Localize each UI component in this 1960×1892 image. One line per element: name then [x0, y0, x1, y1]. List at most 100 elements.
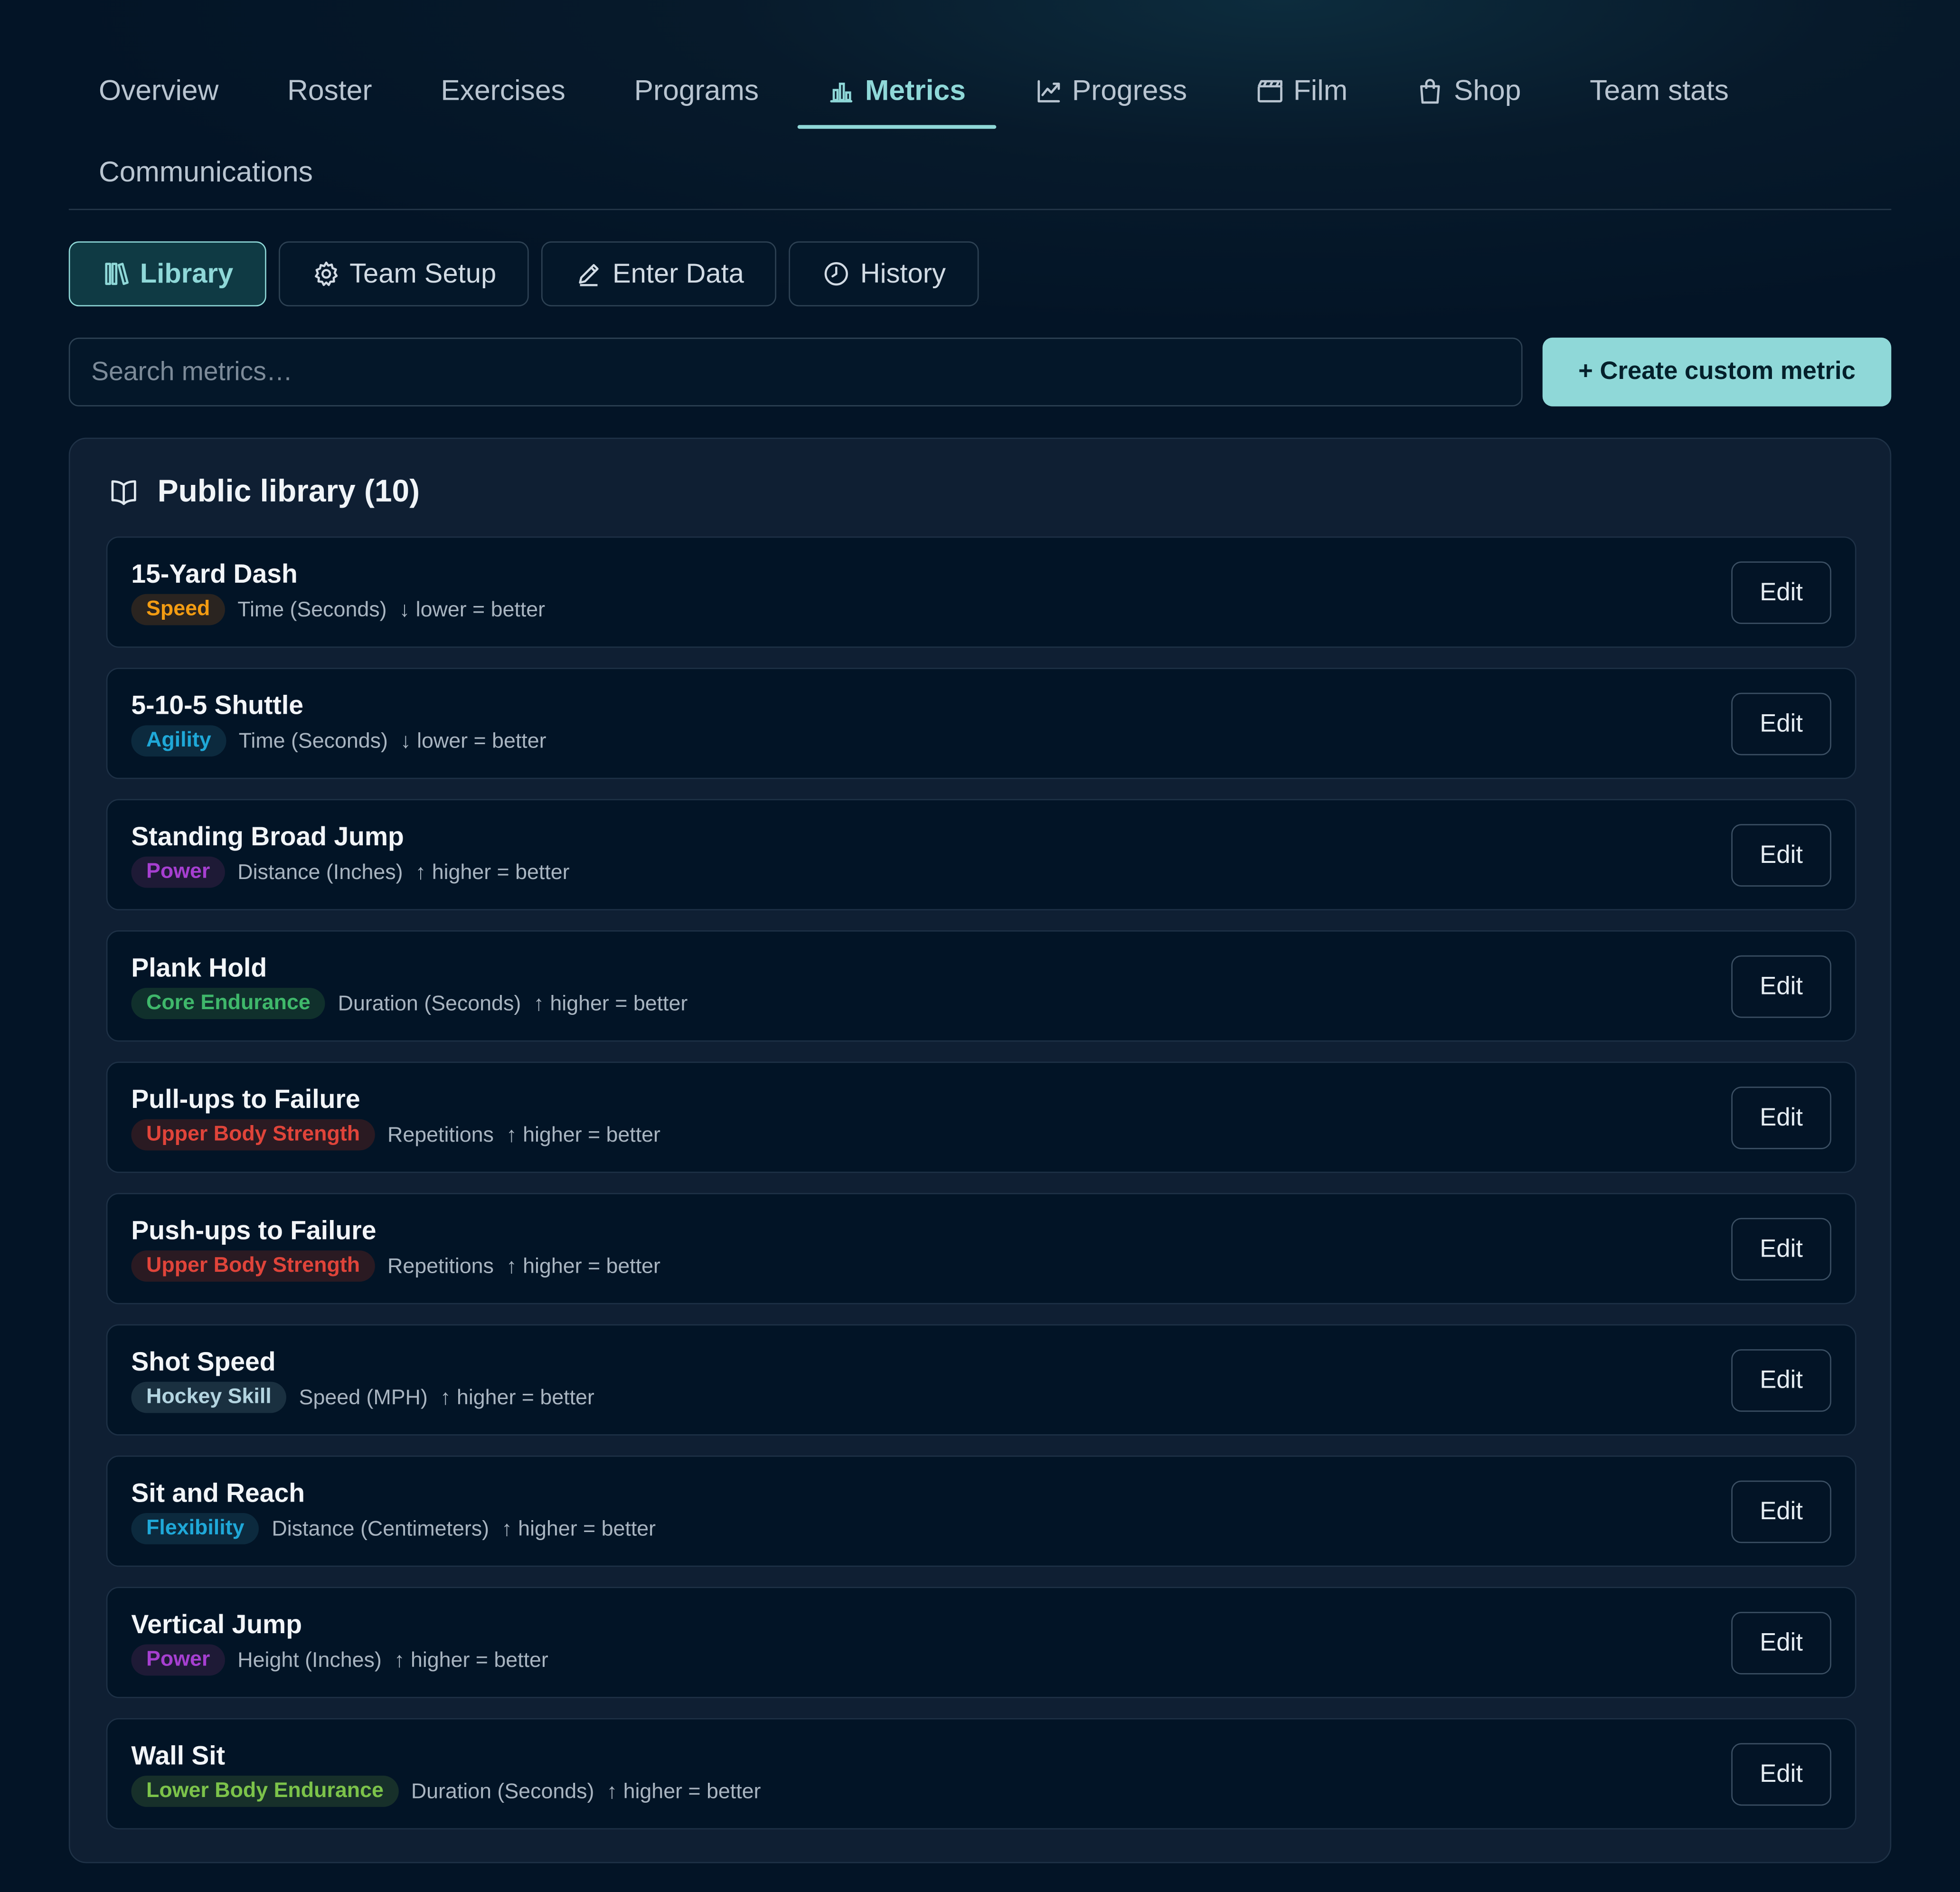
metric-unit: Repetitions — [387, 1253, 494, 1277]
list-item: Wall Sit Lower Body Endurance Duration (… — [106, 1718, 1856, 1830]
metric-meta: Hockey Skill Speed (MPH) ↑ higher = bett… — [131, 1381, 594, 1413]
category-badge: Agility — [131, 725, 226, 757]
category-badge: Power — [131, 1644, 225, 1676]
subtab-enter-data[interactable]: Enter Data — [541, 241, 777, 307]
tab-shop[interactable]: Shop — [1386, 50, 1551, 131]
metric-direction: ↑ higher = better — [501, 1516, 656, 1540]
subtab-label: Team Setup — [349, 257, 497, 289]
tab-communications[interactable]: Communications — [69, 131, 343, 212]
metric-meta: Upper Body Strength Repetitions ↑ higher… — [131, 1250, 660, 1282]
metric-name: Push-ups to Failure — [131, 1217, 377, 1246]
category-badge: Core Endurance — [131, 988, 326, 1019]
category-badge: Speed — [131, 594, 225, 625]
metric-meta: Power Distance (Inches) ↑ higher = bette… — [131, 856, 570, 888]
metric-name: Plank Hold — [131, 954, 267, 983]
open-book-icon — [107, 476, 140, 508]
trend-line-icon — [1035, 77, 1062, 104]
tab-label: Exercises — [441, 74, 565, 106]
metric-direction: ↑ higher = better — [440, 1385, 594, 1409]
subtab-label: Enter Data — [612, 257, 744, 289]
nav-divider — [68, 208, 1892, 210]
metric-name: 15-Yard Dash — [131, 560, 298, 589]
tab-label: Overview — [98, 74, 219, 106]
create-custom-metric-button[interactable]: + Create custom metric — [1542, 337, 1892, 407]
category-badge: Lower Body Endurance — [131, 1776, 399, 1807]
edit-button[interactable]: Edit — [1731, 1087, 1831, 1149]
subtab-history[interactable]: History — [789, 241, 979, 307]
edit-button[interactable]: Edit — [1731, 824, 1831, 887]
tab-metrics[interactable]: Metrics — [797, 50, 996, 131]
tab-label: Film — [1293, 74, 1348, 106]
list-item: Standing Broad Jump Power Distance (Inch… — [106, 799, 1856, 910]
metric-meta: Upper Body Strength Repetitions ↑ higher… — [131, 1119, 660, 1151]
category-badge: Upper Body Strength — [131, 1250, 375, 1282]
metric-name: 5-10-5 Shuttle — [131, 691, 303, 720]
subtab-team-setup[interactable]: Team Setup — [278, 241, 529, 307]
metric-meta: Core Endurance Duration (Seconds) ↑ high… — [131, 988, 688, 1019]
clapperboard-icon — [1256, 77, 1283, 104]
tab-label: Roster — [287, 74, 372, 106]
public-library-heading: Public library (10) — [107, 474, 420, 510]
clock-icon — [823, 260, 850, 288]
metric-direction: ↑ higher = better — [506, 1253, 660, 1277]
list-item: Shot Speed Hockey Skill Speed (MPH) ↑ hi… — [106, 1324, 1856, 1436]
edit-button[interactable]: Edit — [1731, 1743, 1831, 1806]
shopping-bag-icon — [1416, 77, 1444, 104]
list-item: Plank Hold Core Endurance Duration (Seco… — [106, 930, 1856, 1042]
panel-title-text: Public library (10) — [157, 473, 420, 509]
metric-direction: ↑ higher = better — [606, 1778, 761, 1803]
edit-button[interactable]: Edit — [1731, 561, 1831, 624]
list-item: Sit and Reach Flexibility Distance (Cent… — [106, 1455, 1856, 1567]
list-item: Push-ups to Failure Upper Body Strength … — [106, 1192, 1856, 1305]
metric-meta: Flexibility Distance (Centimeters) ↑ hig… — [131, 1513, 656, 1544]
metric-unit: Duration (Seconds) — [338, 991, 521, 1015]
metric-name: Wall Sit — [131, 1741, 226, 1771]
list-item: 15-Yard Dash Speed Time (Seconds) ↓ lowe… — [106, 536, 1856, 648]
edit-button[interactable]: Edit — [1731, 1218, 1831, 1281]
tab-team-stats[interactable]: Team stats — [1560, 50, 1759, 131]
tab-programs[interactable]: Programs — [604, 50, 789, 131]
metric-meta: Speed Time (Seconds) ↓ lower = better — [131, 594, 545, 625]
edit-button[interactable]: Edit — [1731, 692, 1831, 756]
edit-button[interactable]: Edit — [1731, 1349, 1831, 1412]
tab-roster[interactable]: Roster — [257, 50, 402, 131]
list-item: Pull-ups to Failure Upper Body Strength … — [106, 1061, 1856, 1173]
metric-unit: Distance (Inches) — [237, 860, 403, 884]
edit-button[interactable]: Edit — [1731, 1612, 1831, 1674]
category-badge: Power — [131, 856, 225, 888]
tab-label: Metrics — [865, 74, 966, 106]
metric-unit: Time (Seconds) — [238, 728, 388, 752]
metric-name: Shot Speed — [131, 1348, 276, 1377]
category-badge: Upper Body Strength — [131, 1119, 375, 1151]
list-item: 5-10-5 Shuttle Agility Time (Seconds) ↓ … — [106, 668, 1856, 779]
tab-exercises[interactable]: Exercises — [411, 50, 595, 131]
tab-label: Team stats — [1590, 74, 1729, 106]
metric-meta: Lower Body Endurance Duration (Seconds) … — [131, 1776, 761, 1807]
metric-direction: ↓ lower = better — [399, 597, 546, 621]
metric-direction: ↑ higher = better — [533, 991, 688, 1015]
metric-unit: Distance (Centimeters) — [272, 1516, 490, 1540]
metric-meta: Agility Time (Seconds) ↓ lower = better — [131, 725, 547, 757]
category-badge: Flexibility — [131, 1513, 260, 1544]
metric-name: Vertical Jump — [131, 1610, 302, 1639]
subtab-library[interactable]: Library — [68, 241, 266, 307]
public-library-panel: Public library (10) 15-Yard Dash Speed T… — [68, 437, 1892, 1864]
tab-label: Shop — [1453, 74, 1521, 106]
search-input[interactable] — [68, 337, 1523, 407]
tab-progress[interactable]: Progress — [1005, 50, 1217, 131]
metric-name: Sit and Reach — [131, 1479, 305, 1508]
edit-button[interactable]: Edit — [1731, 1480, 1831, 1543]
tab-overview[interactable]: Overview — [69, 50, 249, 131]
metric-name: Pull-ups to Failure — [131, 1085, 360, 1115]
tab-film[interactable]: Film — [1226, 50, 1378, 131]
list-item: Vertical Jump Power Height (Inches) ↑ hi… — [106, 1587, 1856, 1698]
metric-direction: ↑ higher = better — [506, 1122, 660, 1146]
edit-button[interactable]: Edit — [1731, 955, 1831, 1018]
metric-unit: Duration (Seconds) — [411, 1778, 594, 1803]
metric-unit: Speed (MPH) — [299, 1385, 428, 1409]
metrics-subtabs: Library Team Setup Enter Data History — [68, 241, 979, 307]
tab-label: Communications — [98, 155, 313, 188]
main-nav: Overview Roster Exercises Programs Metri… — [69, 50, 1891, 212]
pencil-icon — [575, 260, 603, 288]
bar-chart-icon — [828, 77, 855, 104]
